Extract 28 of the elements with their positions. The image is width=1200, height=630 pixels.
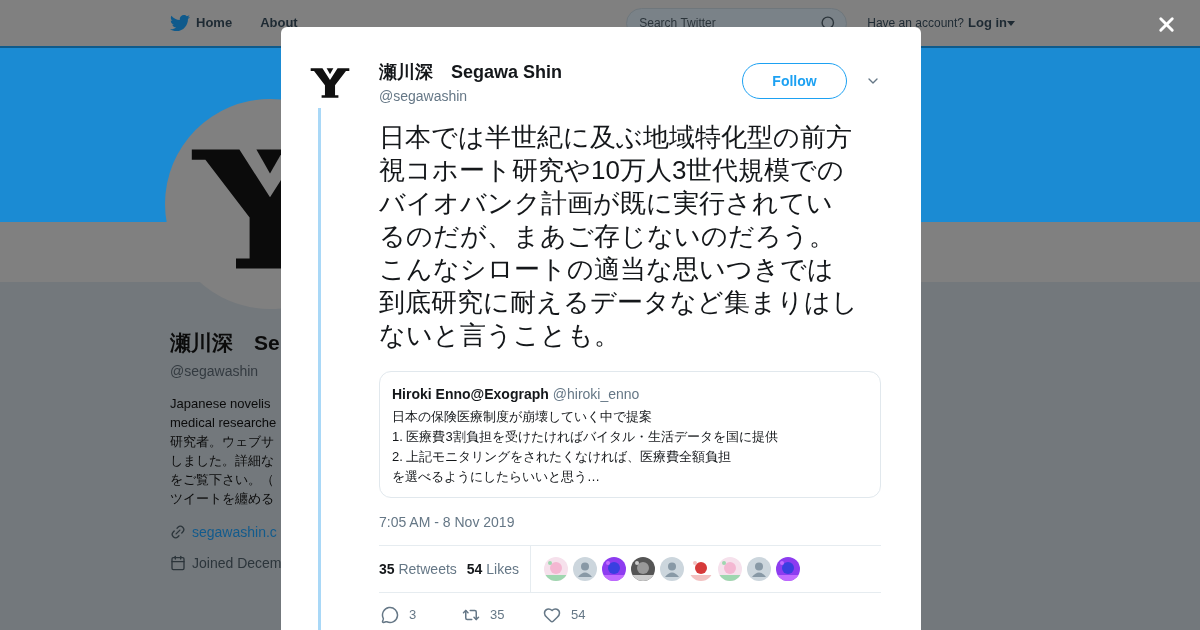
like-button[interactable]: 54	[543, 605, 624, 625]
tweet-text: 日本では半世紀に及ぶ地域特化型の前方 視コホート研究や10万人3世代規模での バイオバンク計画が既に実行されてい るのだが、まあご存じないのだろう。 こんなシロートの適当な思いつきでは 到底研究に耐えるデータなど集まりはし ないと言うことも。	[379, 121, 859, 352]
quoted-author-handle: @hiroki_enno	[552, 385, 640, 404]
retweets-count[interactable]: 35 Retweets	[379, 558, 457, 580]
quoted-tweet[interactable]: Hiroki Enno@Exograph @hiroki_enno 日本の保険医療制度が崩壊していく中で提案 1. 医療費3割負担を受けたければバイタル・生活データを国に提供 2. 上記モニタリングをされたくなければ、医療費全額負担 を選べるようにしたらいいと思う…	[379, 371, 881, 498]
profile-handle: @segawashin	[170, 361, 259, 381]
tweet-timestamp: 7:05 AM - 8 Nov 2019	[379, 513, 516, 532]
likes-count[interactable]: 54 Likes	[466, 558, 519, 580]
profile-bio: Japanese novelis medical researche 研究者。ウェブサ しました。詳細な をご覧下さい。（ ツイートを纏める	[170, 394, 277, 508]
calendar-icon	[170, 555, 186, 571]
profile-name: 瀬川深 Se	[170, 330, 280, 356]
author-handle[interactable]: @segawashin	[379, 86, 742, 107]
login-button[interactable]: Log in	[968, 13, 1015, 33]
quoted-author-name: Hiroki Enno@Exograph	[392, 385, 549, 404]
default-avatar-icon[interactable]	[660, 557, 684, 581]
joined-date: Joined Decem	[192, 553, 282, 573]
nav-link[interactable]: Home	[170, 13, 233, 33]
author-avatar	[309, 65, 351, 99]
nav-link[interactable]: About	[260, 13, 298, 33]
reply-button[interactable]: 3	[381, 605, 462, 625]
default-avatar-icon[interactable]	[573, 557, 597, 581]
quoted-text: 日本の保険医療制度が崩壊していく中で提案 1. 医療費3割負担を受けたければバイタル・生活データを国に提供 2. 上記モニタリングをされたくなければ、医療費全額負担 を選べるようにしたらいいと思う…	[392, 408, 779, 486]
author-name[interactable]: 瀬川深 Segawa Shin	[379, 59, 742, 86]
bird-icon	[170, 13, 190, 33]
account-prompt: Have an account?	[867, 15, 964, 32]
default-avatar-icon[interactable]	[747, 557, 771, 581]
retweet-button[interactable]: 35	[462, 605, 543, 625]
caret-icon	[1007, 20, 1015, 26]
